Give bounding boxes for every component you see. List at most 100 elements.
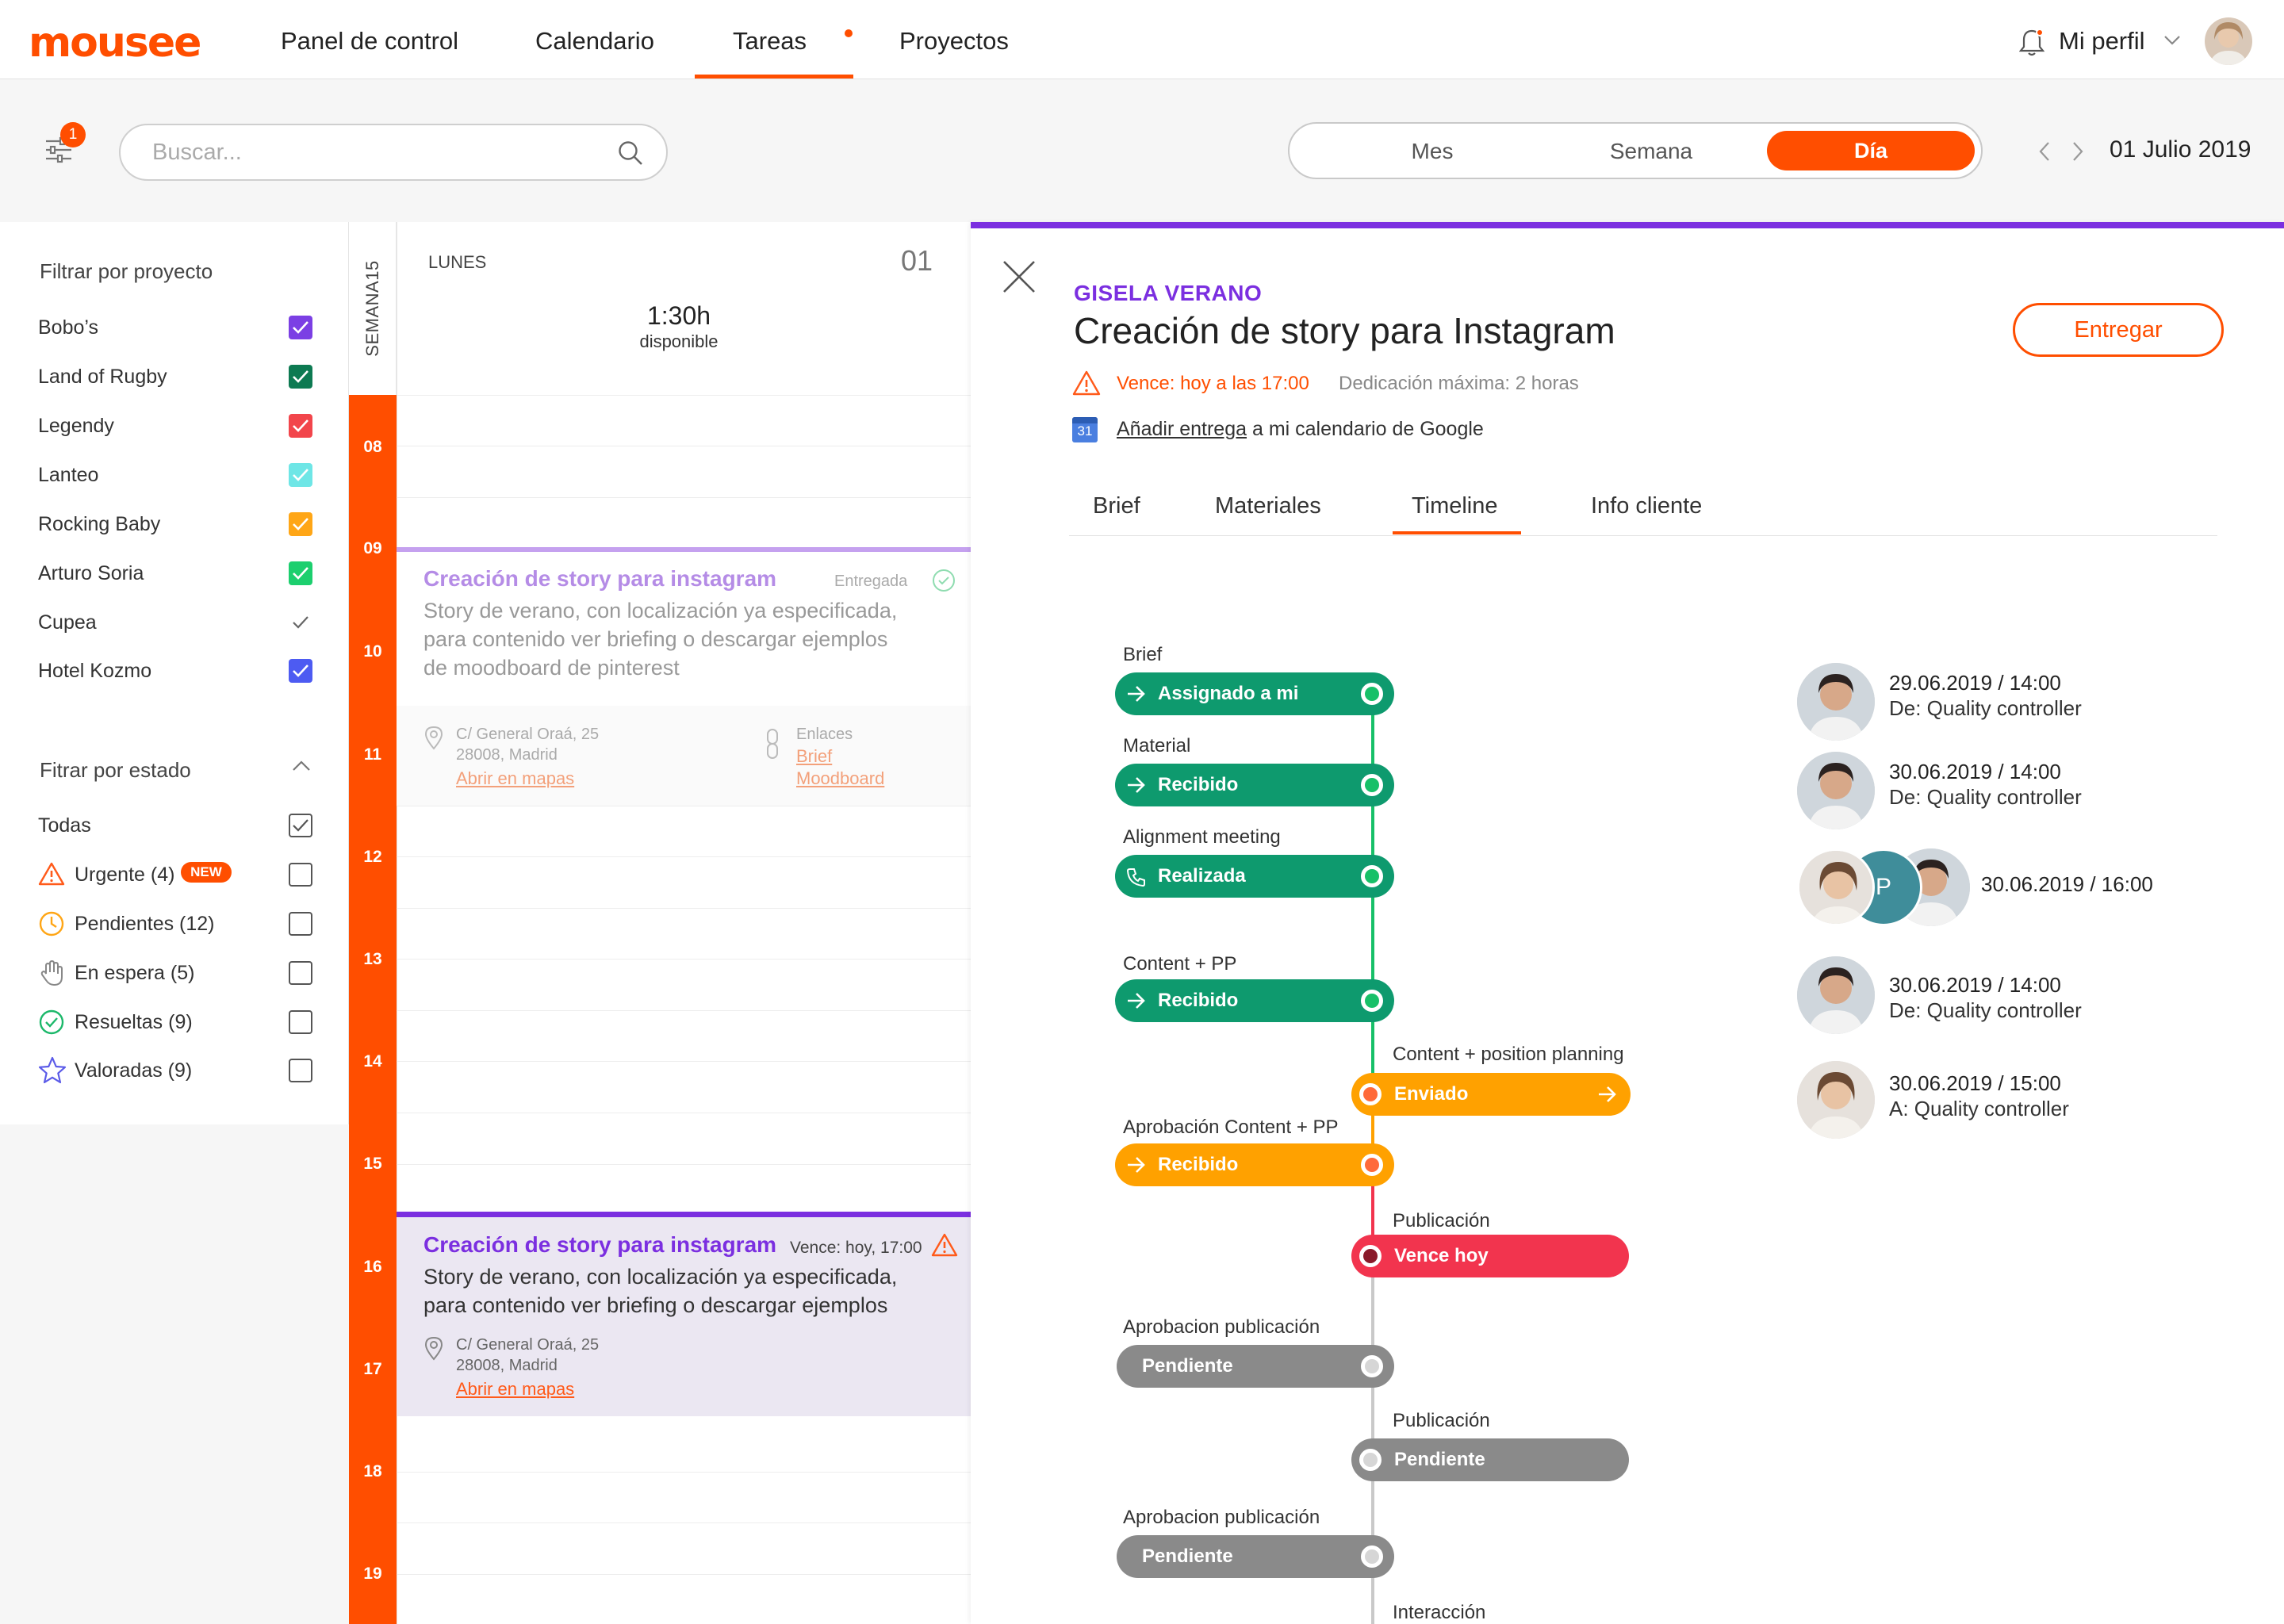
task-title: Creación de story para Instagram <box>1074 310 1615 351</box>
moodboard-link[interactable]: Moodboard <box>796 768 884 789</box>
deliver-button[interactable]: Entregar <box>2013 303 2224 357</box>
timeline-step-pill[interactable]: Realizada <box>1115 855 1394 898</box>
tab-info-cliente[interactable]: Info cliente <box>1591 493 1702 519</box>
status-checkbox[interactable] <box>289 814 312 837</box>
star-icon <box>38 1056 67 1085</box>
nav-item-panel-de-control[interactable]: Panel de control <box>281 0 458 79</box>
activity-date: 30.06.2019 / 15:00 <box>1889 1071 2061 1095</box>
view-mes-button[interactable]: Mes <box>1369 124 1496 178</box>
timeline-connector <box>1371 698 1374 999</box>
hour-label: 16 <box>363 1258 382 1276</box>
event-title[interactable]: Creación de story para instagram <box>423 1232 776 1258</box>
day-name: LUNES <box>428 252 487 272</box>
search-input[interactable] <box>152 125 596 179</box>
timeline-step-pill[interactable]: Pendiente <box>1351 1438 1629 1481</box>
grid-line <box>397 395 971 396</box>
activity-person: De: Quality controller <box>1889 785 2082 809</box>
warning-icon <box>1072 370 1101 396</box>
warning-icon <box>38 861 65 887</box>
timeline-step-marker <box>1361 774 1383 796</box>
project-filter-label: Arturo Soria <box>38 562 144 584</box>
event-title[interactable]: Creación de story para instagram <box>423 566 776 592</box>
brief-link[interactable]: Brief <box>796 746 832 767</box>
hour-label: 12 <box>363 848 382 866</box>
tab-brief[interactable]: Brief <box>1093 493 1140 519</box>
timeline-step-marker <box>1361 865 1383 887</box>
project-checkbox[interactable] <box>289 659 312 683</box>
phone-icon <box>1126 867 1147 887</box>
project-checkbox[interactable] <box>289 316 312 339</box>
status-checkbox[interactable] <box>289 1059 312 1082</box>
timeline-step-title: Brief <box>1123 644 1163 665</box>
activity-date: 30.06.2019 / 14:00 <box>1889 973 2061 997</box>
timeline-step-title: Aprobación Content + PP <box>1123 1116 1339 1138</box>
project-checkbox[interactable] <box>289 414 312 438</box>
event-due: Vence: hoy, 17:00 <box>790 1239 922 1257</box>
add-to-google-calendar[interactable]: Añadir entrega a mi calendario de Google <box>1117 418 1484 441</box>
nav-item-proyectos[interactable]: Proyectos <box>899 0 1009 79</box>
open-maps-link[interactable]: Abrir en mapas <box>456 768 574 789</box>
arrow-right-icon <box>1126 991 1147 1010</box>
status-filter-label: Resueltas (9) <box>75 1011 193 1033</box>
app-logo[interactable]: mousee <box>29 21 201 65</box>
project-checkbox[interactable] <box>289 365 312 389</box>
avatar <box>1797 956 1875 1034</box>
google-calendar-icon: 31 <box>1072 417 1098 442</box>
tab-timeline[interactable]: Timeline <box>1412 493 1498 519</box>
status-filter-label: Todas <box>38 814 91 837</box>
status-filter-label: Urgente (4) <box>75 864 175 886</box>
timeline-step-pill[interactable]: Enviado <box>1351 1073 1631 1116</box>
hand-icon <box>38 959 65 986</box>
event-description: Story de verano, con localización ya esp… <box>423 599 898 680</box>
chevron-right-icon[interactable] <box>2071 141 2084 162</box>
event-address-line1: C/ General Oraá, 25 <box>456 1336 600 1354</box>
project-filter-label: Cupea <box>38 611 97 634</box>
event-address-line2: 28008, Madrid <box>456 746 558 764</box>
project-filter-label: Legendy <box>38 415 114 437</box>
profile-menu-label[interactable]: Mi perfil <box>2059 0 2145 79</box>
timeline-step-pill[interactable]: Vence hoy <box>1351 1235 1629 1277</box>
hour-label: 10 <box>363 642 382 661</box>
timeline-step-pill[interactable]: Pendiente <box>1117 1345 1394 1388</box>
search-box <box>119 124 668 181</box>
add-delivery-link[interactable]: Añadir entrega <box>1117 418 1247 440</box>
timeline-step-pill[interactable]: Recibido <box>1115 1143 1394 1186</box>
timeline-step-pill[interactable]: Recibido <box>1115 979 1394 1022</box>
chevron-up-icon[interactable] <box>292 760 311 772</box>
project-checkbox[interactable] <box>289 512 312 536</box>
clock-icon <box>38 910 65 937</box>
timeline-step-title: Aprobacion publicación <box>1123 1507 1320 1528</box>
status-checkbox[interactable] <box>289 863 312 887</box>
timeline-step-title: Alignment meeting <box>1123 826 1281 848</box>
status-checkbox[interactable] <box>289 912 312 936</box>
project-checkbox[interactable] <box>289 561 312 585</box>
grid-line <box>397 856 971 857</box>
nav-item-calendario[interactable]: Calendario <box>535 0 654 79</box>
timeline-step-marker <box>1361 1154 1383 1176</box>
timeline-step-pill[interactable]: Assignado a mi <box>1115 672 1394 715</box>
view-dia-button[interactable]: Día <box>1767 131 1975 170</box>
timeline-step-label: Recibido <box>1158 990 1239 1011</box>
activity-person: De: Quality controller <box>1889 998 2082 1022</box>
view-semana-button[interactable]: Semana <box>1588 124 1715 178</box>
open-maps-link[interactable]: Abrir en mapas <box>456 1379 574 1400</box>
search-icon[interactable] <box>617 140 644 167</box>
project-checkbox[interactable] <box>289 611 312 634</box>
user-avatar[interactable] <box>2205 17 2252 65</box>
grid-line <box>397 1522 971 1523</box>
timeline-step-label: Realizada <box>1158 865 1246 887</box>
close-icon[interactable] <box>1001 259 1037 295</box>
chevron-left-icon[interactable] <box>2038 141 2051 162</box>
timeline-step-pill[interactable]: Recibido <box>1115 764 1394 806</box>
day-number: 01 <box>901 244 933 277</box>
check-circle-icon <box>38 1009 65 1036</box>
status-checkbox[interactable] <box>289 1010 312 1034</box>
map-pin-icon <box>423 725 444 750</box>
project-checkbox[interactable] <box>289 463 312 487</box>
google-calendar-text: a mi calendario de Google <box>1251 418 1484 440</box>
status-checkbox[interactable] <box>289 961 312 985</box>
nav-item-tareas[interactable]: Tareas <box>733 0 807 79</box>
tab-materiales[interactable]: Materiales <box>1215 493 1321 519</box>
timeline-step-pill[interactable]: Pendiente <box>1117 1535 1394 1578</box>
chevron-down-icon[interactable] <box>2163 35 2181 46</box>
